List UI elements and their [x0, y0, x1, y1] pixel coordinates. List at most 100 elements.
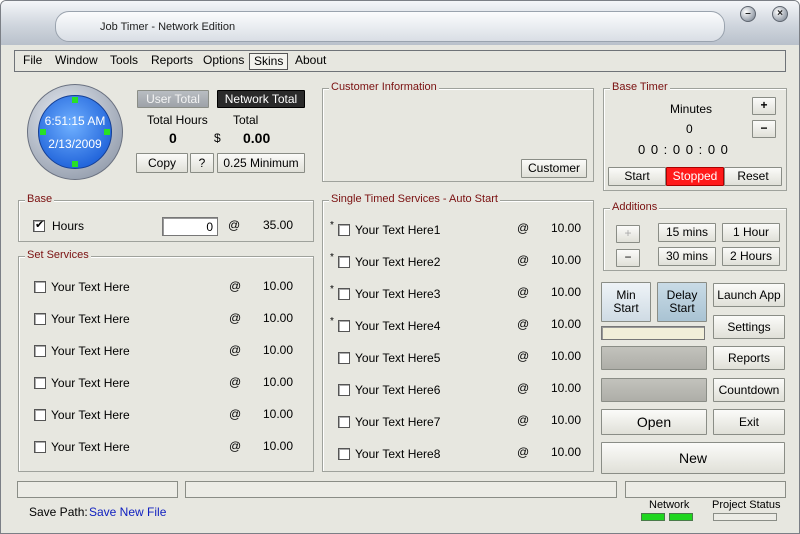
list-item: * Your Text Here4 @ 10.00: [323, 316, 593, 337]
minutes-plus-button[interactable]: +: [752, 97, 776, 115]
network-led-icon: [669, 513, 693, 521]
list-item: Your Text Here @ 10.00: [19, 439, 313, 459]
timed-service-checkbox[interactable]: [338, 384, 350, 396]
set-services-group: Set Services Your Text Here @ 10.00 Your…: [18, 249, 314, 472]
timed-service-checkbox[interactable]: [338, 256, 350, 268]
settings-button[interactable]: Settings: [713, 315, 785, 339]
timed-service-checkbox[interactable]: [338, 448, 350, 460]
add-1-hour-button[interactable]: 1 Hour: [722, 223, 780, 242]
timed-services-group: Single Timed Services - Auto Start * You…: [322, 193, 594, 472]
user-total-button[interactable]: User Total: [137, 90, 209, 108]
countdown-button[interactable]: Countdown: [713, 378, 785, 402]
new-button[interactable]: New: [601, 442, 785, 474]
additions-plus-button[interactable]: +: [616, 225, 640, 243]
total-label: Total: [233, 113, 259, 127]
list-item: Your Text Here8 @ 10.00: [323, 445, 593, 465]
timed-service-checkbox[interactable]: [338, 288, 350, 300]
customer-button[interactable]: Customer: [521, 159, 587, 178]
hours-checkbox[interactable]: [33, 218, 45, 232]
exit-button[interactable]: Exit: [713, 409, 785, 435]
delay-start-button[interactable]: Delay Start: [657, 282, 707, 322]
total-hours-value: 0: [169, 130, 177, 146]
menu-about[interactable]: About: [291, 53, 330, 70]
timed-service-rate: 10.00: [551, 381, 582, 395]
title-bar: Job Timer - Network Edition – ×: [1, 1, 799, 45]
timed-service-label: Your Text Here4: [355, 319, 441, 333]
add-30-mins-button[interactable]: 30 mins: [658, 247, 716, 266]
minutes-minus-button[interactable]: −: [752, 120, 776, 138]
menu-file[interactable]: File: [19, 53, 46, 70]
set-services-title: Set Services: [25, 249, 91, 261]
minutes-value: 0: [686, 122, 693, 136]
menu-window[interactable]: Window: [51, 53, 102, 70]
list-item: Your Text Here @ 10.00: [19, 311, 313, 331]
service-at: @: [229, 375, 242, 389]
service-checkbox[interactable]: [34, 281, 46, 293]
min-start-button[interactable]: Min Start: [601, 282, 651, 322]
start-button[interactable]: Start: [608, 167, 666, 186]
minimize-icon[interactable]: –: [740, 6, 756, 22]
list-item: Your Text Here5 @ 10.00: [323, 349, 593, 369]
menu-reports[interactable]: Reports: [147, 53, 197, 70]
list-item: * Your Text Here1 @ 10.00: [323, 220, 593, 241]
service-checkbox[interactable]: [34, 313, 46, 325]
service-checkbox[interactable]: [34, 377, 46, 389]
timed-service-checkbox[interactable]: [338, 224, 350, 236]
service-checkbox[interactable]: [34, 345, 46, 357]
stopped-status-button[interactable]: Stopped: [666, 167, 724, 186]
total-hours-label: Total Hours: [147, 113, 208, 127]
timed-service-label: Your Text Here5: [355, 351, 441, 365]
timed-service-label: Your Text Here2: [355, 255, 441, 269]
clock-widget: 6:51:15 AM 2/13/2009: [27, 84, 123, 180]
add-15-mins-button[interactable]: 15 mins: [658, 223, 716, 242]
timed-services-title: Single Timed Services - Auto Start: [329, 193, 500, 205]
status-panel-center: [185, 481, 617, 498]
copy-button[interactable]: Copy: [136, 153, 188, 173]
hours-label: Hours: [52, 219, 85, 233]
base-title: Base: [25, 193, 55, 205]
timed-service-checkbox[interactable]: [338, 352, 350, 364]
timed-service-checkbox[interactable]: [338, 416, 350, 428]
service-at: @: [229, 439, 242, 453]
minimum-button[interactable]: 0.25 Minimum: [217, 153, 305, 173]
save-path-link[interactable]: Save New File: [89, 505, 166, 519]
reset-button[interactable]: Reset: [724, 167, 782, 186]
reports-button[interactable]: Reports: [713, 346, 785, 370]
auto-start-marker: *: [330, 316, 334, 327]
project-status-indicator: [713, 513, 777, 521]
network-total-button[interactable]: Network Total: [217, 90, 305, 108]
base-timer-group: Base Timer Minutes + 0 − 0 0 : 0 0 : 0 0…: [603, 81, 787, 191]
clock-dot-icon: [40, 129, 46, 135]
list-item: Your Text Here6 @ 10.00: [323, 381, 593, 401]
timed-service-rate: 10.00: [551, 413, 582, 427]
service-label: Your Text Here: [51, 312, 130, 326]
service-at: @: [229, 343, 242, 357]
additions-minus-button[interactable]: −: [616, 249, 640, 267]
clock-dot-icon: [104, 129, 110, 135]
close-icon[interactable]: ×: [772, 6, 788, 22]
timed-service-at: @: [517, 381, 530, 395]
timed-service-rate: 10.00: [551, 221, 582, 235]
add-2-hours-button[interactable]: 2 Hours: [722, 247, 780, 266]
hours-input[interactable]: 0: [162, 217, 218, 236]
clock-dot-icon: [72, 161, 78, 167]
timed-service-at: @: [517, 285, 530, 299]
service-checkbox[interactable]: [34, 409, 46, 421]
list-item: Your Text Here @ 10.00: [19, 407, 313, 427]
timed-service-label: Your Text Here6: [355, 383, 441, 397]
menu-tools[interactable]: Tools: [106, 53, 142, 70]
launch-app-button[interactable]: Launch App: [713, 283, 785, 307]
menu-options[interactable]: Options: [199, 53, 248, 70]
timed-service-checkbox[interactable]: [338, 320, 350, 332]
service-checkbox[interactable]: [34, 441, 46, 453]
service-rate: 10.00: [263, 311, 294, 325]
service-at: @: [229, 279, 242, 293]
network-led-icon: [641, 513, 665, 521]
open-button[interactable]: Open: [601, 409, 707, 435]
timed-service-at: @: [517, 221, 530, 235]
settings-label: Settings: [727, 320, 771, 334]
list-item: Your Text Here @ 10.00: [19, 375, 313, 395]
save-path-label: Save Path:: [29, 505, 88, 519]
help-button[interactable]: ?: [190, 153, 214, 173]
menu-skins[interactable]: Skins: [249, 53, 289, 70]
